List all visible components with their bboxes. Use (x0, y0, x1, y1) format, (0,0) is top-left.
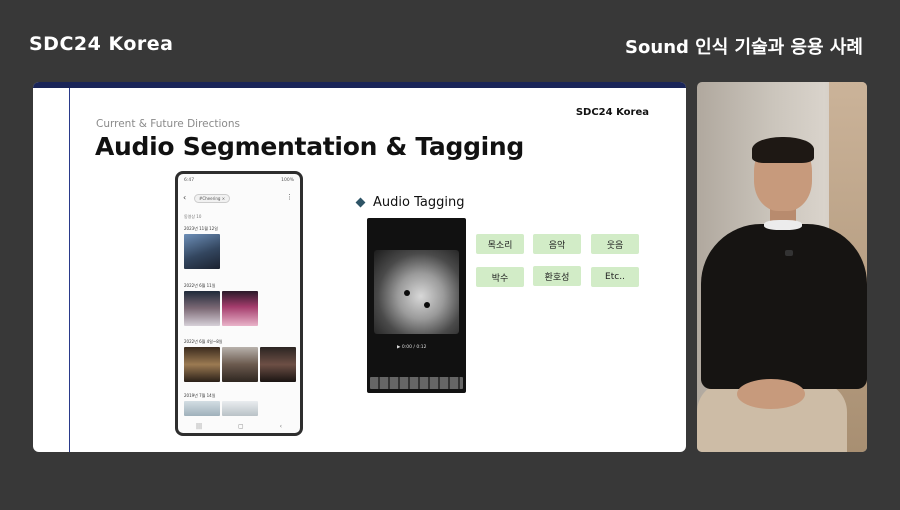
video-timestamp[interactable]: ▶ 0:00 / 0:12 (397, 345, 426, 350)
audio-tagging-title: Audio Tagging (373, 195, 465, 210)
speaker-video (697, 82, 867, 452)
back-nav-icon[interactable]: ‹ (280, 423, 282, 430)
tag-chip: 환호성 (533, 266, 581, 286)
date-label: 2023년 11월 12일 (184, 226, 218, 231)
speaker-hair (752, 137, 814, 163)
dog-eye (424, 302, 430, 308)
video-filmstrip-scrubber[interactable] (370, 377, 463, 389)
diamond-bullet-icon (355, 197, 366, 208)
phone-mockup: 6:47 100% ‹ #Cheering × ⋮ 동영상 10 2023년 1… (175, 171, 303, 436)
dog-video-frame (374, 250, 459, 334)
slide-margin-line (69, 88, 70, 452)
phone-search-chip[interactable]: #Cheering × (194, 194, 231, 203)
video-thumbnail[interactable] (222, 401, 258, 416)
dog-eye (404, 290, 410, 296)
back-arrow-icon[interactable]: ‹ (183, 193, 186, 202)
phone-subheading: 동영상 10 (184, 214, 202, 219)
video-thumbnail[interactable] (184, 401, 220, 416)
lapel-mic-icon (785, 250, 793, 256)
phone-status-bar: 6:47 100% (184, 178, 294, 183)
tag-chip: 음악 (533, 234, 581, 254)
slide-top-bar (33, 82, 686, 88)
session-title: Sound 인식 기술과 응용 사례 (625, 37, 863, 58)
home-icon[interactable]: ▢ (238, 423, 244, 430)
date-label: 2022년 6월 11일 (184, 283, 216, 288)
date-label: 2022년 6월 4일~8일 (184, 339, 223, 344)
video-player[interactable]: ▶ 0:00 / 0:12 (367, 218, 466, 393)
video-thumbnail[interactable] (184, 291, 220, 326)
tag-chip: 웃음 (591, 234, 639, 254)
video-thumbnail[interactable] (184, 234, 220, 269)
phone-nav-bar: ||| ▢ ‹ (178, 423, 300, 430)
video-thumbnail[interactable] (260, 347, 296, 382)
more-vert-icon[interactable]: ⋮ (286, 193, 293, 201)
video-thumbnail[interactable] (184, 347, 220, 382)
tag-chip: 목소리 (476, 234, 524, 254)
slide-heading: Audio Segmentation & Tagging (95, 132, 525, 161)
speaker-collar (764, 220, 802, 230)
speaker-torso (701, 224, 867, 389)
presentation-slide: SDC24 Korea Current & Future Directions … (33, 82, 686, 452)
tag-chip: 박수 (476, 267, 524, 287)
slide-logo: SDC24 Korea (575, 107, 649, 118)
phone-battery: 100% (281, 178, 294, 183)
speaker-hands (737, 379, 805, 409)
tag-chip: Etc.. (591, 267, 639, 287)
brand-logo: SDC24 Korea (29, 33, 174, 55)
phone-time: 6:47 (184, 178, 195, 183)
slide-kicker: Current & Future Directions (96, 118, 240, 130)
date-label: 2019년 7월 14일 (184, 393, 216, 398)
video-thumbnail[interactable] (222, 347, 258, 382)
audio-tagging-header: Audio Tagging (355, 195, 465, 210)
video-thumbnail[interactable] (222, 291, 258, 326)
recent-apps-icon[interactable]: ||| (196, 423, 202, 430)
phone-screen: 6:47 100% ‹ #Cheering × ⋮ 동영상 10 2023년 1… (178, 174, 300, 433)
